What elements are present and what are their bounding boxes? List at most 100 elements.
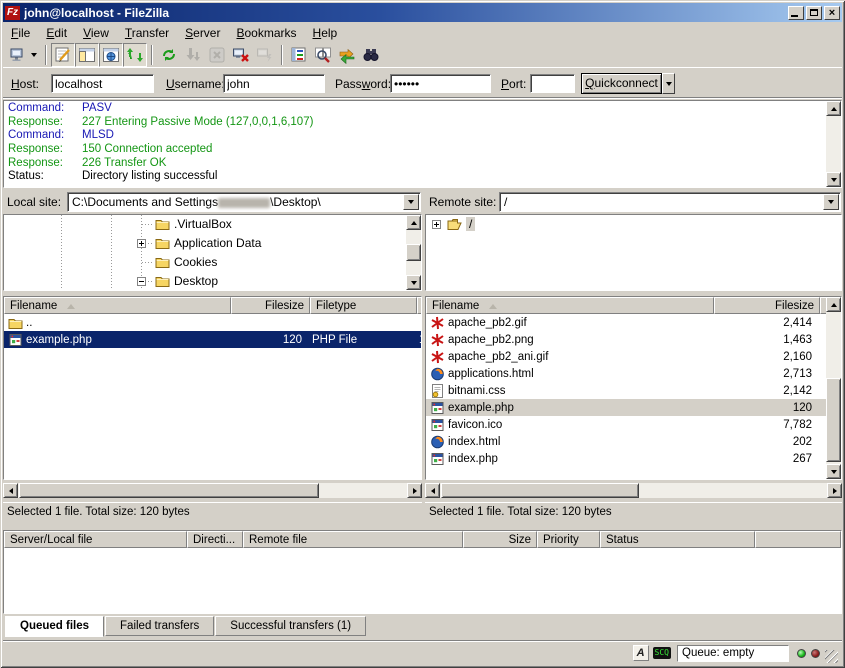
file-row[interactable]: favicon.ico7,782: [426, 416, 841, 433]
queue-column-size[interactable]: Size: [463, 531, 537, 548]
disconnect-icon: [232, 46, 250, 64]
log-scrollbar-track[interactable]: [826, 116, 841, 172]
menu-view[interactable]: View: [75, 25, 117, 41]
remote-hscrollbar-thumb[interactable]: [441, 483, 639, 498]
toggle-transfer-queue-button[interactable]: [123, 43, 147, 67]
tree-item[interactable]: /: [426, 215, 841, 234]
file-name: example.php: [426, 401, 714, 415]
redacted-username: [218, 198, 270, 208]
tree-item[interactable]: Desktop: [4, 272, 421, 291]
local-hscrollbar-thumb[interactable]: [19, 483, 319, 498]
toggle-remote-tree-button[interactable]: [99, 43, 123, 67]
queue-body: [4, 548, 841, 613]
speed-limit-indicator-icon[interactable]: SCQ: [653, 647, 671, 659]
file-row[interactable]: example.php120: [426, 399, 841, 416]
menu-file[interactable]: File: [3, 25, 38, 41]
local-scroll-left-button[interactable]: [3, 483, 18, 498]
local-hscrollbar-track[interactable]: [18, 483, 407, 498]
minimize-button[interactable]: [788, 6, 804, 20]
file-row[interactable]: apache_pb2_ani.gif2,160: [426, 348, 841, 365]
remote-hscrollbar-track[interactable]: [440, 483, 827, 498]
toggle-message-log-button[interactable]: [51, 43, 75, 67]
remote-list-scrollbar-thumb[interactable]: [826, 378, 841, 462]
file-size: 7,782: [714, 419, 820, 431]
tab-successful-transfers-1-[interactable]: Successful transfers (1): [215, 616, 366, 636]
title-bar[interactable]: Fz john@localhost - FileZilla ×: [3, 3, 842, 22]
appwin-icon: [8, 333, 23, 347]
local-tree-scrollbar-thumb[interactable]: [406, 244, 421, 261]
menu-server[interactable]: Server: [177, 25, 228, 41]
file-row[interactable]: applications.html2,713: [426, 365, 841, 382]
find-files-button[interactable]: [359, 43, 383, 67]
apache-icon: [430, 316, 445, 330]
file-row[interactable]: index.html202: [426, 433, 841, 450]
log-scroll-down-button[interactable]: [826, 172, 841, 187]
process-queue-icon: [184, 46, 202, 64]
menu-edit[interactable]: Edit: [38, 25, 75, 41]
local-scroll-right-button[interactable]: [407, 483, 422, 498]
queue-column-serverlocalfile[interactable]: Server/Local file: [4, 531, 187, 548]
remote-path-dropdown-button[interactable]: [823, 194, 839, 210]
expander-minus-icon[interactable]: [137, 277, 146, 286]
file-row[interactable]: example.php120PHP File1: [4, 331, 421, 348]
log-scroll-up-button[interactable]: [826, 101, 841, 116]
tree-item[interactable]: Cookies: [4, 253, 421, 272]
refresh-button[interactable]: [157, 43, 181, 67]
menu-transfer[interactable]: Transfer: [117, 25, 177, 41]
file-row[interactable]: apache_pb2.gif2,414: [426, 314, 841, 331]
tab-failed-transfers[interactable]: Failed transfers: [105, 616, 214, 636]
directory-filters-button[interactable]: [287, 43, 311, 67]
remote-list-scroll-down-button[interactable]: [826, 464, 841, 479]
column-header-filesize[interactable]: Filesize: [714, 297, 820, 314]
port-label: Port:: [501, 77, 526, 91]
remote-path-combo[interactable]: /: [499, 192, 841, 212]
toggle-local-tree-button[interactable]: [75, 43, 99, 67]
resize-grip[interactable]: [825, 650, 838, 663]
local-path-combo[interactable]: C:\Documents and Settings\Desktop\: [67, 192, 421, 212]
file-row[interactable]: bitnami.css2,142: [426, 382, 841, 399]
tree-connector: [142, 224, 154, 225]
username-input[interactable]: [223, 74, 325, 93]
apache-icon: [430, 350, 445, 364]
queue-column-directi[interactable]: Directi...: [187, 531, 243, 548]
local-tree-scroll-down-button[interactable]: [406, 275, 421, 290]
toolbar-dropdown-arrow-icon[interactable]: [28, 45, 39, 65]
remote-list-scrollbar-track[interactable]: [826, 312, 841, 464]
column-header-filetype[interactable]: Filetype: [310, 297, 417, 314]
file-row[interactable]: index.php267: [426, 450, 841, 467]
local-tree-scroll-up-button[interactable]: [406, 215, 421, 230]
queue-column-remotefile[interactable]: Remote file: [243, 531, 463, 548]
disconnect-button[interactable]: [229, 43, 253, 67]
column-header-filename[interactable]: Filename: [426, 297, 714, 314]
port-input[interactable]: [530, 74, 575, 93]
maximize-button[interactable]: [806, 6, 822, 20]
local-path-dropdown-button[interactable]: [403, 194, 419, 210]
synchronized-browsing-button[interactable]: [335, 43, 359, 67]
local-tree-scrollbar-track[interactable]: [406, 230, 421, 275]
site-manager-button[interactable]: [7, 43, 41, 67]
file-row[interactable]: ..: [4, 314, 421, 331]
file-row[interactable]: apache_pb2.png1,463: [426, 331, 841, 348]
tree-item[interactable]: Application Data: [4, 234, 421, 253]
expander-plus-icon[interactable]: [137, 239, 146, 248]
remote-scroll-right-button[interactable]: [827, 483, 842, 498]
tab-queued-files[interactable]: Queued files: [5, 616, 104, 637]
remote-list-scroll-up-button[interactable]: [826, 297, 841, 312]
quickconnect-button[interactable]: Quickconnect: [581, 73, 662, 94]
column-header-filename[interactable]: Filename: [4, 297, 231, 314]
expander-plus-icon[interactable]: [432, 220, 441, 229]
host-input[interactable]: [51, 74, 154, 93]
menu-help[interactable]: Help: [305, 25, 346, 41]
quickconnect-dropdown-button[interactable]: [662, 73, 675, 94]
tree-item[interactable]: .VirtualBox: [4, 215, 421, 234]
data-type-indicator-icon[interactable]: A: [633, 645, 649, 661]
menu-bookmarks[interactable]: Bookmarks: [228, 25, 304, 41]
queue-column-priority[interactable]: Priority: [537, 531, 600, 548]
queue-column-status[interactable]: Status: [600, 531, 755, 548]
compare-directories-button[interactable]: [311, 43, 335, 67]
close-button[interactable]: ×: [824, 6, 840, 20]
column-header-l[interactable]: L: [417, 297, 422, 314]
remote-scroll-left-button[interactable]: [425, 483, 440, 498]
password-input[interactable]: [390, 74, 491, 93]
column-header-filesize[interactable]: Filesize: [231, 297, 310, 314]
